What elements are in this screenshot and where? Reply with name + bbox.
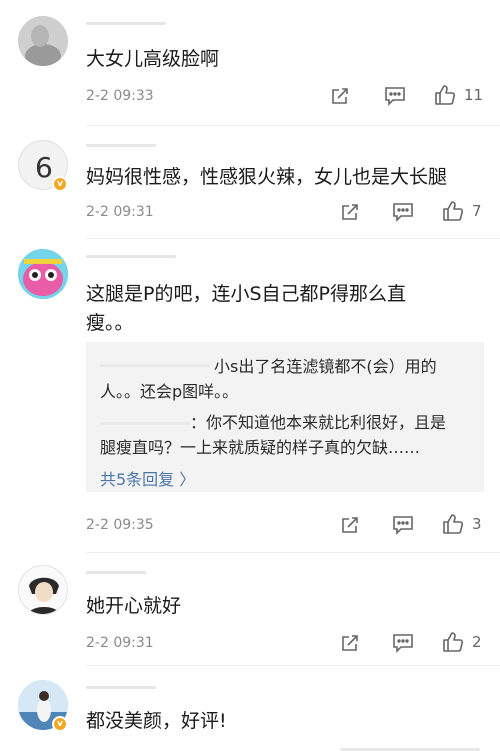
verified-badge: v — [52, 716, 68, 732]
comment-item: 她开心就好 2-2 09:31 2 — [0, 553, 500, 665]
reply-text: 小s出了名连滤镜都不(会）用的 — [214, 357, 437, 376]
view-all-replies-link[interactable]: 共5条回复 〉 — [100, 466, 195, 490]
reply-username-placeholder[interactable] — [100, 422, 190, 425]
like-button[interactable]: 2 — [442, 631, 482, 653]
username-placeholder[interactable] — [86, 571, 146, 574]
comment-button[interactable] — [392, 515, 414, 535]
share-button[interactable] — [330, 86, 350, 106]
comment-button[interactable] — [384, 86, 406, 106]
comment-text: 她开心就好 — [86, 595, 182, 617]
comment-text-line: 这腿是P的吧，连小S自己都P得那么直 — [86, 283, 406, 305]
comment-text: 都没美颜，好评! — [86, 710, 227, 732]
thumbs-up-icon — [443, 632, 464, 652]
comment-time: 2-2 09:31 — [86, 635, 154, 651]
comment-time: 2-2 09:31 — [86, 204, 154, 220]
username-placeholder[interactable] — [86, 255, 176, 258]
like-count: 3 — [472, 515, 482, 533]
share-icon — [332, 88, 348, 104]
like-button[interactable]: 7 — [442, 200, 482, 222]
username-placeholder[interactable] — [86, 144, 156, 147]
comment-item: 这腿是P的吧，连小S自己都P得那么直 瘦。。 小s出了名连滤镜都不(会）用的 人… — [0, 239, 500, 551]
share-button[interactable] — [340, 633, 360, 653]
comment-icon — [393, 203, 413, 222]
like-count: 7 — [472, 202, 482, 220]
comment-button[interactable] — [392, 202, 414, 222]
svg-text:6: 6 — [35, 151, 53, 184]
avatar[interactable] — [18, 565, 68, 615]
comment-icon — [385, 87, 405, 106]
verified-badge: v — [52, 176, 68, 192]
comment-text: 大女儿高级脸啊 — [86, 48, 220, 70]
share-icon — [342, 635, 358, 651]
comment-item: 大女儿高级脸啊 2-2 09:33 11 — [0, 0, 500, 120]
share-icon — [342, 204, 358, 220]
share-button[interactable] — [340, 515, 360, 535]
reply-box[interactable]: 小s出了名连滤镜都不(会）用的 人。。还会p图咩。。 ：你不知道他本来就比利很好… — [86, 342, 484, 492]
username-placeholder[interactable] — [86, 22, 166, 25]
comment-time: 2-2 09:33 — [86, 88, 154, 104]
comment-text: 妈妈很性感，性感狠火辣，女儿也是大长腿 — [86, 166, 448, 188]
like-button[interactable]: 11 — [434, 84, 483, 106]
share-icon — [342, 517, 358, 533]
reply-text: ：你不知道他本来就比利很好，且是 — [190, 413, 447, 432]
thumbs-up-icon — [443, 201, 464, 221]
username-placeholder[interactable] — [86, 686, 156, 689]
avatar[interactable] — [18, 16, 68, 66]
like-count: 2 — [472, 633, 482, 651]
comment-text: 这腿是P的吧，连小S自己都P得那么直 瘦。。 — [86, 280, 486, 338]
comment-button[interactable] — [392, 633, 414, 653]
like-count: 11 — [464, 86, 484, 104]
thumbs-up-icon — [443, 514, 464, 534]
avatar[interactable] — [18, 249, 68, 299]
comment-item: 6 v 妈妈很性感，性感狠火辣，女儿也是大长腿 2-2 09:31 7 — [0, 126, 500, 238]
comment-icon — [393, 634, 413, 653]
reply-text: 腿瘦直吗？一上来就质疑的样子真的欠缺…… — [100, 438, 421, 457]
comment-text-line: 瘦。。 — [86, 312, 134, 334]
comment-time: 2-2 09:35 — [86, 517, 154, 533]
share-button[interactable] — [340, 202, 360, 222]
reply-text: 人。。还会p图咩。。 — [100, 382, 239, 401]
comment-icon — [393, 516, 413, 535]
comment-item: v 都没美颜，好评! — [0, 666, 500, 751]
reply-username-placeholder[interactable] — [100, 364, 210, 367]
thumbs-up-icon — [435, 85, 456, 105]
like-button[interactable]: 3 — [442, 513, 482, 535]
